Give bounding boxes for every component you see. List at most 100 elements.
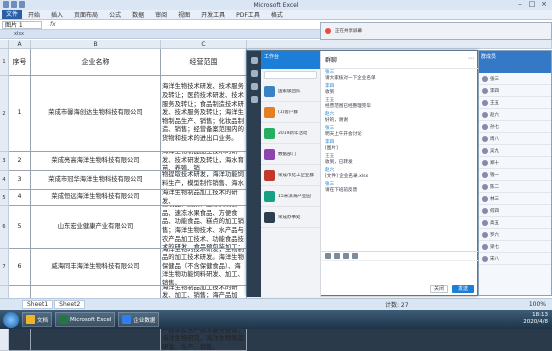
file-tab[interactable]: 文件 bbox=[2, 10, 23, 19]
row-header[interactable]: 5 bbox=[0, 190, 9, 206]
member-item[interactable]: 赵六 bbox=[479, 109, 551, 121]
table-cell[interactable]: 5 bbox=[9, 206, 31, 249]
start-button[interactable] bbox=[3, 311, 19, 328]
table-cell[interactable]: 企业名称 bbox=[31, 49, 161, 76]
tab-insert[interactable]: 插入 bbox=[46, 10, 68, 19]
row-header[interactable]: 3 bbox=[0, 152, 9, 171]
table-cell[interactable]: 2 bbox=[9, 152, 31, 171]
member-item[interactable]: 吴九 bbox=[479, 145, 551, 157]
redo-icon[interactable] bbox=[19, 1, 25, 8]
table-cell[interactable]: 海洋生物制品加工技术的研发、 bbox=[161, 190, 247, 206]
conversation-item[interactable]: 2019新年活动 bbox=[261, 123, 320, 144]
close-button[interactable]: 关闭 bbox=[430, 285, 448, 293]
member-item[interactable]: 郑十 bbox=[479, 157, 551, 169]
table-cell[interactable]: 经营范围 bbox=[161, 49, 247, 76]
name-box[interactable]: 图片 1 bbox=[2, 20, 42, 29]
conversation-item[interactable]: 荣成办事处 bbox=[261, 207, 320, 228]
table-cell[interactable]: 威海同丰海洋生物科技有限公司 bbox=[31, 249, 161, 286]
table-cell[interactable]: 海洋生物制品加工技术的研发、技术研发及转让，海水育苗、养殖、销 bbox=[161, 152, 247, 171]
fx-icon[interactable]: fx bbox=[50, 21, 56, 28]
conversation-item[interactable]: 荣成市化工企业群 bbox=[261, 165, 320, 186]
member-item[interactable]: 罗六 bbox=[479, 229, 551, 241]
row-header[interactable]: 1 bbox=[0, 49, 9, 76]
message-icon[interactable] bbox=[250, 57, 258, 64]
contacts-icon[interactable] bbox=[250, 70, 258, 77]
member-item[interactable]: 高五 bbox=[479, 217, 551, 229]
taskbar-item[interactable]: 企业数据 bbox=[118, 312, 160, 327]
zoom-level[interactable]: 100% bbox=[529, 301, 546, 308]
emoji-icon[interactable] bbox=[325, 253, 331, 259]
row-header[interactable]: 2 bbox=[0, 76, 9, 152]
table-cell[interactable]: 4 bbox=[9, 190, 31, 206]
conversation-item[interactable]: 15米滨海产业园 bbox=[261, 186, 320, 207]
table-cell[interactable]: 序号 bbox=[9, 49, 31, 76]
tab-format[interactable]: 格式 bbox=[266, 10, 288, 19]
image-icon[interactable] bbox=[352, 253, 358, 259]
member-item[interactable]: 林三 bbox=[479, 193, 551, 205]
table-cell[interactable]: 荣成亮高海洋生物科技有限公司 bbox=[31, 152, 161, 171]
conversation-item[interactable]: 数据部门 bbox=[261, 144, 320, 165]
member-item[interactable]: 宋八 bbox=[479, 253, 551, 265]
row-header[interactable]: 4 bbox=[0, 171, 9, 190]
tab-review[interactable]: 审阅 bbox=[150, 10, 172, 19]
member-item[interactable]: 张三 bbox=[479, 73, 551, 85]
tab-page-layout[interactable]: 页面布局 bbox=[69, 10, 103, 19]
table-cell[interactable]: 1 bbox=[9, 76, 31, 152]
member-item[interactable]: 周八 bbox=[479, 133, 551, 145]
chat-message: 李四 收到 bbox=[321, 83, 478, 97]
table-cell[interactable]: 3 bbox=[9, 171, 31, 190]
taskbar-item[interactable]: Microsoft Excel bbox=[55, 312, 116, 327]
more-icon[interactable]: ⋯ bbox=[468, 55, 474, 64]
row-header[interactable]: 7 bbox=[0, 249, 9, 286]
sheet-tab-2[interactable]: Sheet2 bbox=[54, 300, 86, 309]
table-cell[interactable]: 山东宏业健康产业有限公司 bbox=[31, 206, 161, 249]
maximize-icon[interactable]: □ bbox=[526, 0, 538, 9]
send-button[interactable]: 发送 bbox=[452, 285, 474, 293]
tab-pdf[interactable]: PDF工具 bbox=[231, 10, 265, 19]
taskbar-item[interactable]: 文档 bbox=[22, 312, 53, 327]
table-cell[interactable]: 荣成市冠华海洋生物科技有限公司 bbox=[31, 171, 161, 190]
table-cell[interactable]: 海洋生物技术研发、技术服务及转让；医药技术研发、技术服务及转让；食品制造技术研发… bbox=[161, 76, 247, 152]
save-icon[interactable] bbox=[3, 1, 9, 8]
row-header[interactable]: 6 bbox=[0, 206, 9, 249]
conversation-item[interactable]: (1)客户群 bbox=[261, 102, 320, 123]
member-item[interactable]: 陈二 bbox=[479, 181, 551, 193]
tab-formulas[interactable]: 公式 bbox=[104, 10, 126, 19]
scissors-icon[interactable] bbox=[334, 253, 340, 259]
apps-icon[interactable] bbox=[250, 83, 258, 90]
table-cell[interactable]: 荣成恒远海洋生物科技有限公司 bbox=[31, 190, 161, 206]
column-header-b[interactable]: B bbox=[31, 40, 161, 49]
chat-message: 张三 请大家核对一下企业名单 bbox=[321, 69, 478, 83]
member-item[interactable]: 孙七 bbox=[479, 121, 551, 133]
table-cell[interactable]: 海洋生物的技术研发；生物制品的加工技术研发。海洋生物保健品（不含保健食品）、海洋… bbox=[161, 249, 247, 286]
tab-view[interactable]: 视图 bbox=[173, 10, 195, 19]
member-item[interactable]: 梁七 bbox=[479, 241, 551, 253]
member-item[interactable]: 李四 bbox=[479, 85, 551, 97]
sheet-tab-1[interactable]: Sheet1 bbox=[22, 300, 54, 309]
select-all-corner[interactable] bbox=[0, 40, 9, 49]
message-input-area[interactable]: 关闭 发送 bbox=[321, 251, 478, 297]
count-readout: 计数: 27 bbox=[385, 302, 409, 309]
member-item[interactable]: 钱一 bbox=[479, 169, 551, 181]
calendar-icon[interactable] bbox=[250, 96, 258, 103]
system-tray: 18:13 2020/4/8 bbox=[523, 312, 548, 326]
column-header-a[interactable]: A bbox=[9, 40, 31, 49]
minimize-icon[interactable]: – bbox=[514, 0, 526, 9]
tab-home[interactable]: 开始 bbox=[23, 10, 45, 19]
column-header-c[interactable]: C bbox=[161, 40, 247, 49]
table-cell[interactable]: 保健品、水产食品、药膳品、豆制品、蔬菜、速冻调制食品、速冻水果食品、方便食品、功… bbox=[161, 206, 247, 249]
folder-icon[interactable] bbox=[343, 253, 349, 259]
close-icon[interactable]: × bbox=[538, 0, 550, 9]
member-item[interactable]: 何四 bbox=[479, 205, 551, 217]
table-cell[interactable]: 荣成市馨海创达生物科技有限公司 bbox=[31, 76, 161, 152]
tab-data[interactable]: 数据 bbox=[127, 10, 149, 19]
conversation-item[interactable]: 国家级团队 bbox=[261, 81, 320, 102]
chat-sidebar bbox=[247, 51, 261, 297]
undo-icon[interactable] bbox=[11, 1, 17, 8]
search-input[interactable] bbox=[264, 71, 317, 79]
tab-developer[interactable]: 开发工具 bbox=[196, 10, 230, 19]
table-cell[interactable]: 海洋生物制品的技术研究、生物提取技术研发，海洋功能饲料生产，模型制作销售、海水养… bbox=[161, 171, 247, 190]
message-area[interactable]: 张三 请大家核对一下企业名单 李四 收到 王五 经营范围已经整理完毕 赵六 好的，谢谢 张三 明天… bbox=[321, 69, 478, 195]
member-item[interactable]: 王五 bbox=[479, 97, 551, 109]
table-cell[interactable]: 6 bbox=[9, 249, 31, 286]
